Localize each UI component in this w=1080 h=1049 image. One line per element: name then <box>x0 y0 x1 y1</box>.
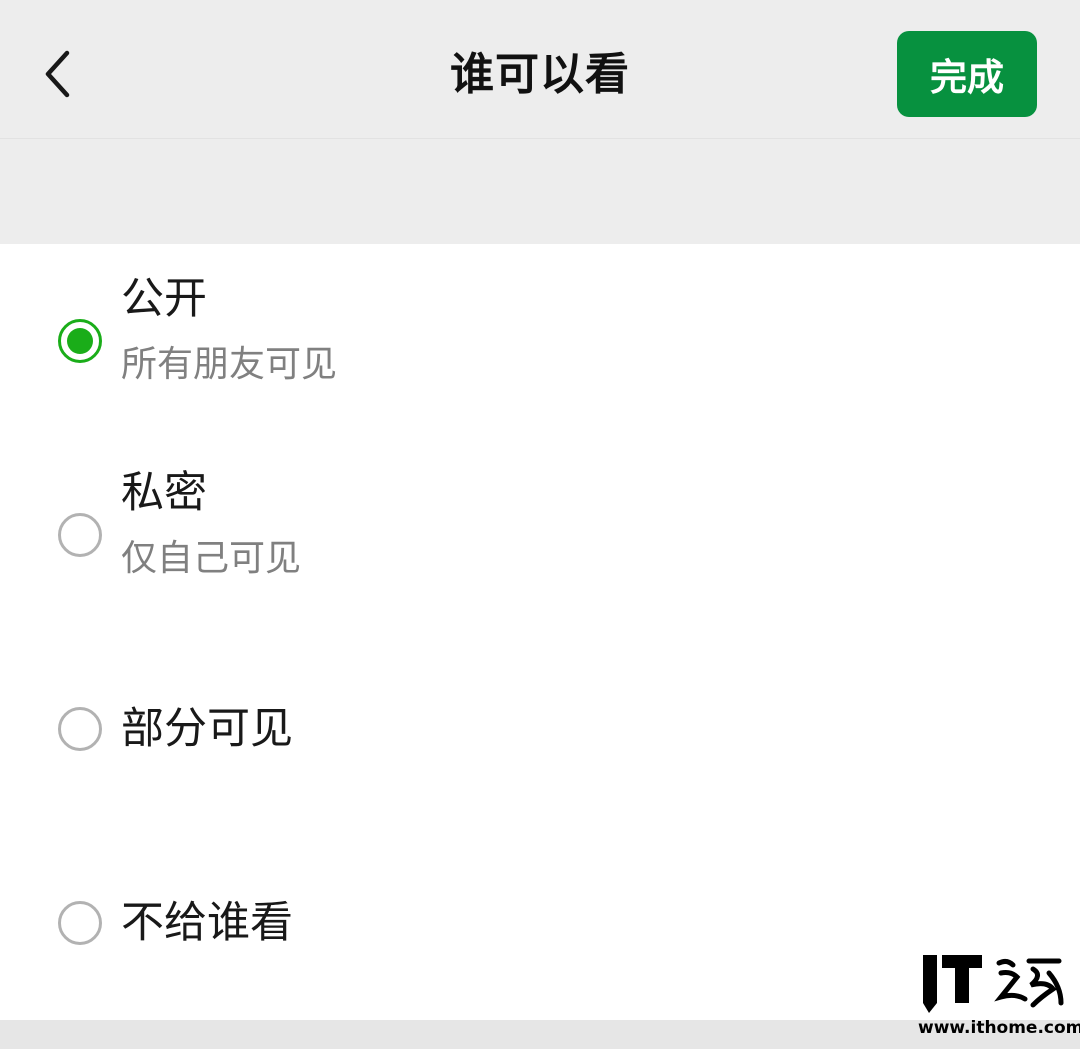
done-button[interactable]: 完成 <box>897 31 1037 117</box>
option-private-label: 私密 <box>121 468 207 518</box>
option-private-description: 仅自己可见 <box>121 538 302 579</box>
option-public-description: 所有朋友可见 <box>121 344 338 385</box>
radio-public[interactable] <box>58 319 102 363</box>
option-exclude-label: 不给谁看 <box>121 898 293 948</box>
radio-private[interactable] <box>58 513 102 557</box>
option-public-label: 公开 <box>121 274 207 324</box>
watermark-url: www.ithome.com <box>918 1018 1080 1038</box>
option-partial[interactable]: 部分可见 <box>0 632 1080 826</box>
section-spacer <box>0 139 1080 244</box>
visibility-options-list: 公开 所有朋友可见 私密 仅自己可见 部分可见 不给谁看 <box>0 244 1080 1020</box>
option-private[interactable]: 私密 仅自己可见 <box>0 438 1080 632</box>
radio-partial[interactable] <box>58 707 102 751</box>
nav-header: 谁可以看 完成 <box>0 0 1080 139</box>
ithome-logo <box>923 955 1064 1013</box>
option-partial-label: 部分可见 <box>121 704 293 754</box>
radio-exclude[interactable] <box>58 901 102 945</box>
option-public[interactable]: 公开 所有朋友可见 <box>0 244 1080 438</box>
watermark: www.ithome.com <box>918 953 1080 1045</box>
